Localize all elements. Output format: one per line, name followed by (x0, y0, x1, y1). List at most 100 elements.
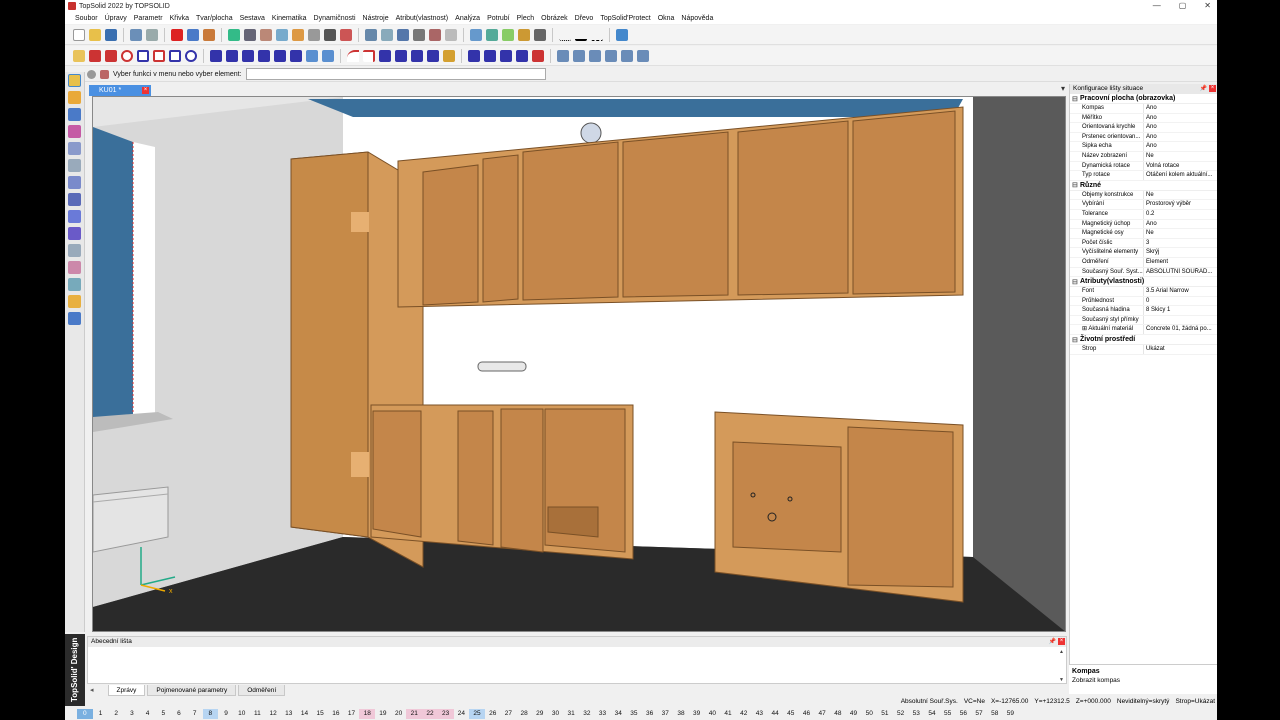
cross-icon[interactable] (445, 28, 457, 41)
layer-button[interactable]: 57 (971, 709, 987, 719)
save-icon[interactable] (105, 28, 117, 41)
bom-icon[interactable] (621, 49, 633, 62)
measure-mode-icon[interactable] (68, 244, 81, 257)
ellipse-icon[interactable] (169, 49, 181, 62)
property-row[interactable]: Vyčíslitelné elementy Skrýj (1070, 248, 1217, 258)
layer-button[interactable]: 17 (344, 709, 360, 719)
layer-button[interactable]: 34 (610, 709, 626, 719)
explode-icon[interactable] (605, 49, 617, 62)
light-icon[interactable] (534, 28, 546, 41)
render-icon[interactable] (292, 28, 304, 41)
layer-button[interactable]: 52 (893, 709, 909, 719)
fillet-icon[interactable] (347, 49, 359, 62)
tab-pojmenovane-parametry[interactable]: Pojmenované parametry (147, 684, 237, 696)
close-window-button[interactable]: ✕ (1204, 0, 1211, 12)
property-row[interactable]: Šipka echa Ano (1070, 142, 1217, 152)
layer-button[interactable]: 38 (673, 709, 689, 719)
layer-button[interactable]: 25 (469, 708, 485, 719)
layer-button[interactable]: 4 (140, 709, 156, 719)
layer-button[interactable]: 10 (234, 709, 250, 719)
wood-mode-icon[interactable] (68, 295, 81, 308)
menu-dynamicnosti[interactable]: Dynamičnosti (314, 15, 356, 22)
property-value[interactable]: ABSOLUTNÍ SOUŘAD... (1144, 268, 1217, 277)
text-icon[interactable] (290, 49, 302, 62)
property-value[interactable]: Ano (1144, 104, 1217, 113)
property-value[interactable]: Prostorový výběr (1144, 200, 1217, 209)
menu-drevo[interactable]: Dřevo (575, 15, 594, 22)
collapse-icon[interactable]: ⊟ (1072, 336, 1080, 344)
property-row[interactable]: Prstenec orientovan... Ano (1070, 132, 1217, 143)
layer-button[interactable]: 13 (281, 709, 297, 719)
sheet-mode-icon[interactable] (68, 227, 81, 240)
menu-protect[interactable]: TopSolid'Protect (600, 15, 650, 22)
layer-button[interactable]: 51 (877, 709, 893, 719)
zoom-icon[interactable] (470, 28, 482, 41)
command-settings-icon[interactable] (87, 69, 96, 79)
layer-button[interactable]: 9 (218, 709, 234, 719)
properties-section[interactable]: ⊟ Atributy(vlastnosti) (1070, 277, 1217, 288)
hook-icon[interactable] (413, 28, 425, 41)
layer-button[interactable]: 30 (548, 709, 564, 719)
menu-atribut[interactable]: Atribut(vlastnost) (396, 15, 449, 22)
layer-button[interactable]: 15 (312, 709, 328, 719)
menu-krivka[interactable]: Křivka (170, 15, 189, 22)
property-row[interactable]: Současný Souř. Syst... ABSOLUTNÍ SOUŘAD..… (1070, 267, 1217, 278)
menu-obrazek[interactable]: Obrázek (541, 15, 567, 22)
scissors-icon[interactable] (340, 28, 352, 41)
menu-napoveda[interactable]: Nápověda (681, 15, 713, 22)
property-row[interactable]: Orientovaná krychle Ano (1070, 123, 1217, 133)
delete-icon[interactable] (171, 28, 183, 41)
scroll-down-icon[interactable]: ▼ (1059, 677, 1065, 683)
maximize-button[interactable]: ▢ (1179, 0, 1187, 12)
layer-button[interactable]: 29 (532, 709, 548, 719)
parallel-icon[interactable] (210, 49, 222, 62)
layer-button[interactable]: 50 (861, 709, 877, 719)
layer-button[interactable]: 7 (187, 709, 203, 719)
layer-button[interactable]: 44 (767, 709, 783, 719)
pin-icon[interactable] (429, 28, 441, 41)
layer-button[interactable]: 27 (501, 709, 517, 719)
menu-kinematika[interactable]: Kinematika (272, 15, 307, 22)
line-dash-icon[interactable] (591, 28, 603, 41)
layer-button[interactable]: 0 (77, 708, 93, 719)
pencil-icon[interactable] (73, 49, 85, 62)
property-row[interactable]: Objemy konstrukce Ne (1070, 190, 1217, 201)
menu-upravy[interactable]: Úpravy (105, 15, 127, 22)
menu-nastroje[interactable]: Nástroje (363, 15, 389, 22)
menu-parametr[interactable]: Parametr (134, 15, 163, 22)
layer-button[interactable]: 19 (375, 709, 391, 719)
pan-icon[interactable] (502, 28, 514, 41)
layer-button[interactable]: 35 (626, 709, 642, 719)
layer-button[interactable]: 20 (391, 709, 407, 719)
print-icon[interactable] (130, 28, 142, 41)
close-panel-icon[interactable]: × (1058, 638, 1065, 645)
property-value[interactable]: 3.5 Arial Narrow (1144, 287, 1217, 296)
constraint-icon[interactable] (589, 49, 601, 62)
menu-soubor[interactable]: Soubor (75, 15, 98, 22)
view-icon[interactable] (244, 28, 256, 41)
property-value[interactable]: Ano (1144, 220, 1217, 229)
sketch-mode-icon[interactable] (68, 74, 81, 87)
move-icon[interactable] (468, 49, 480, 62)
layer-button[interactable]: 41 (720, 709, 736, 719)
property-row[interactable]: Počet číslic 3 (1070, 238, 1217, 249)
pin-icon[interactable]: 📌 (1200, 84, 1207, 94)
join-icon[interactable] (427, 49, 439, 62)
property-value[interactable]: Ne (1144, 229, 1217, 238)
drawing-icon[interactable] (637, 49, 649, 62)
property-row[interactable]: Magnetický úchop Ano (1070, 219, 1217, 230)
property-value[interactable]: Concrete 01, žádná po... (1144, 325, 1217, 334)
property-value[interactable]: Ne (1144, 152, 1217, 161)
layer-button[interactable]: 31 (563, 709, 579, 719)
property-row[interactable]: Tolerance 0.2 (1070, 209, 1217, 220)
properties-section[interactable]: ⊟ Různé (1070, 180, 1217, 191)
fillet-mode-icon[interactable] (68, 176, 81, 189)
property-value[interactable]: Ano (1144, 142, 1217, 151)
circle-icon[interactable] (121, 49, 133, 62)
property-value[interactable]: Ukázat (1144, 345, 1217, 354)
scale-icon[interactable] (516, 49, 528, 62)
property-row[interactable]: Typ rotace Otáčení kolem aktuální... (1070, 171, 1217, 181)
layer-button[interactable]: 55 (940, 709, 956, 719)
layer-button[interactable]: 59 (1003, 709, 1019, 719)
layer-button[interactable]: 16 (328, 709, 344, 719)
